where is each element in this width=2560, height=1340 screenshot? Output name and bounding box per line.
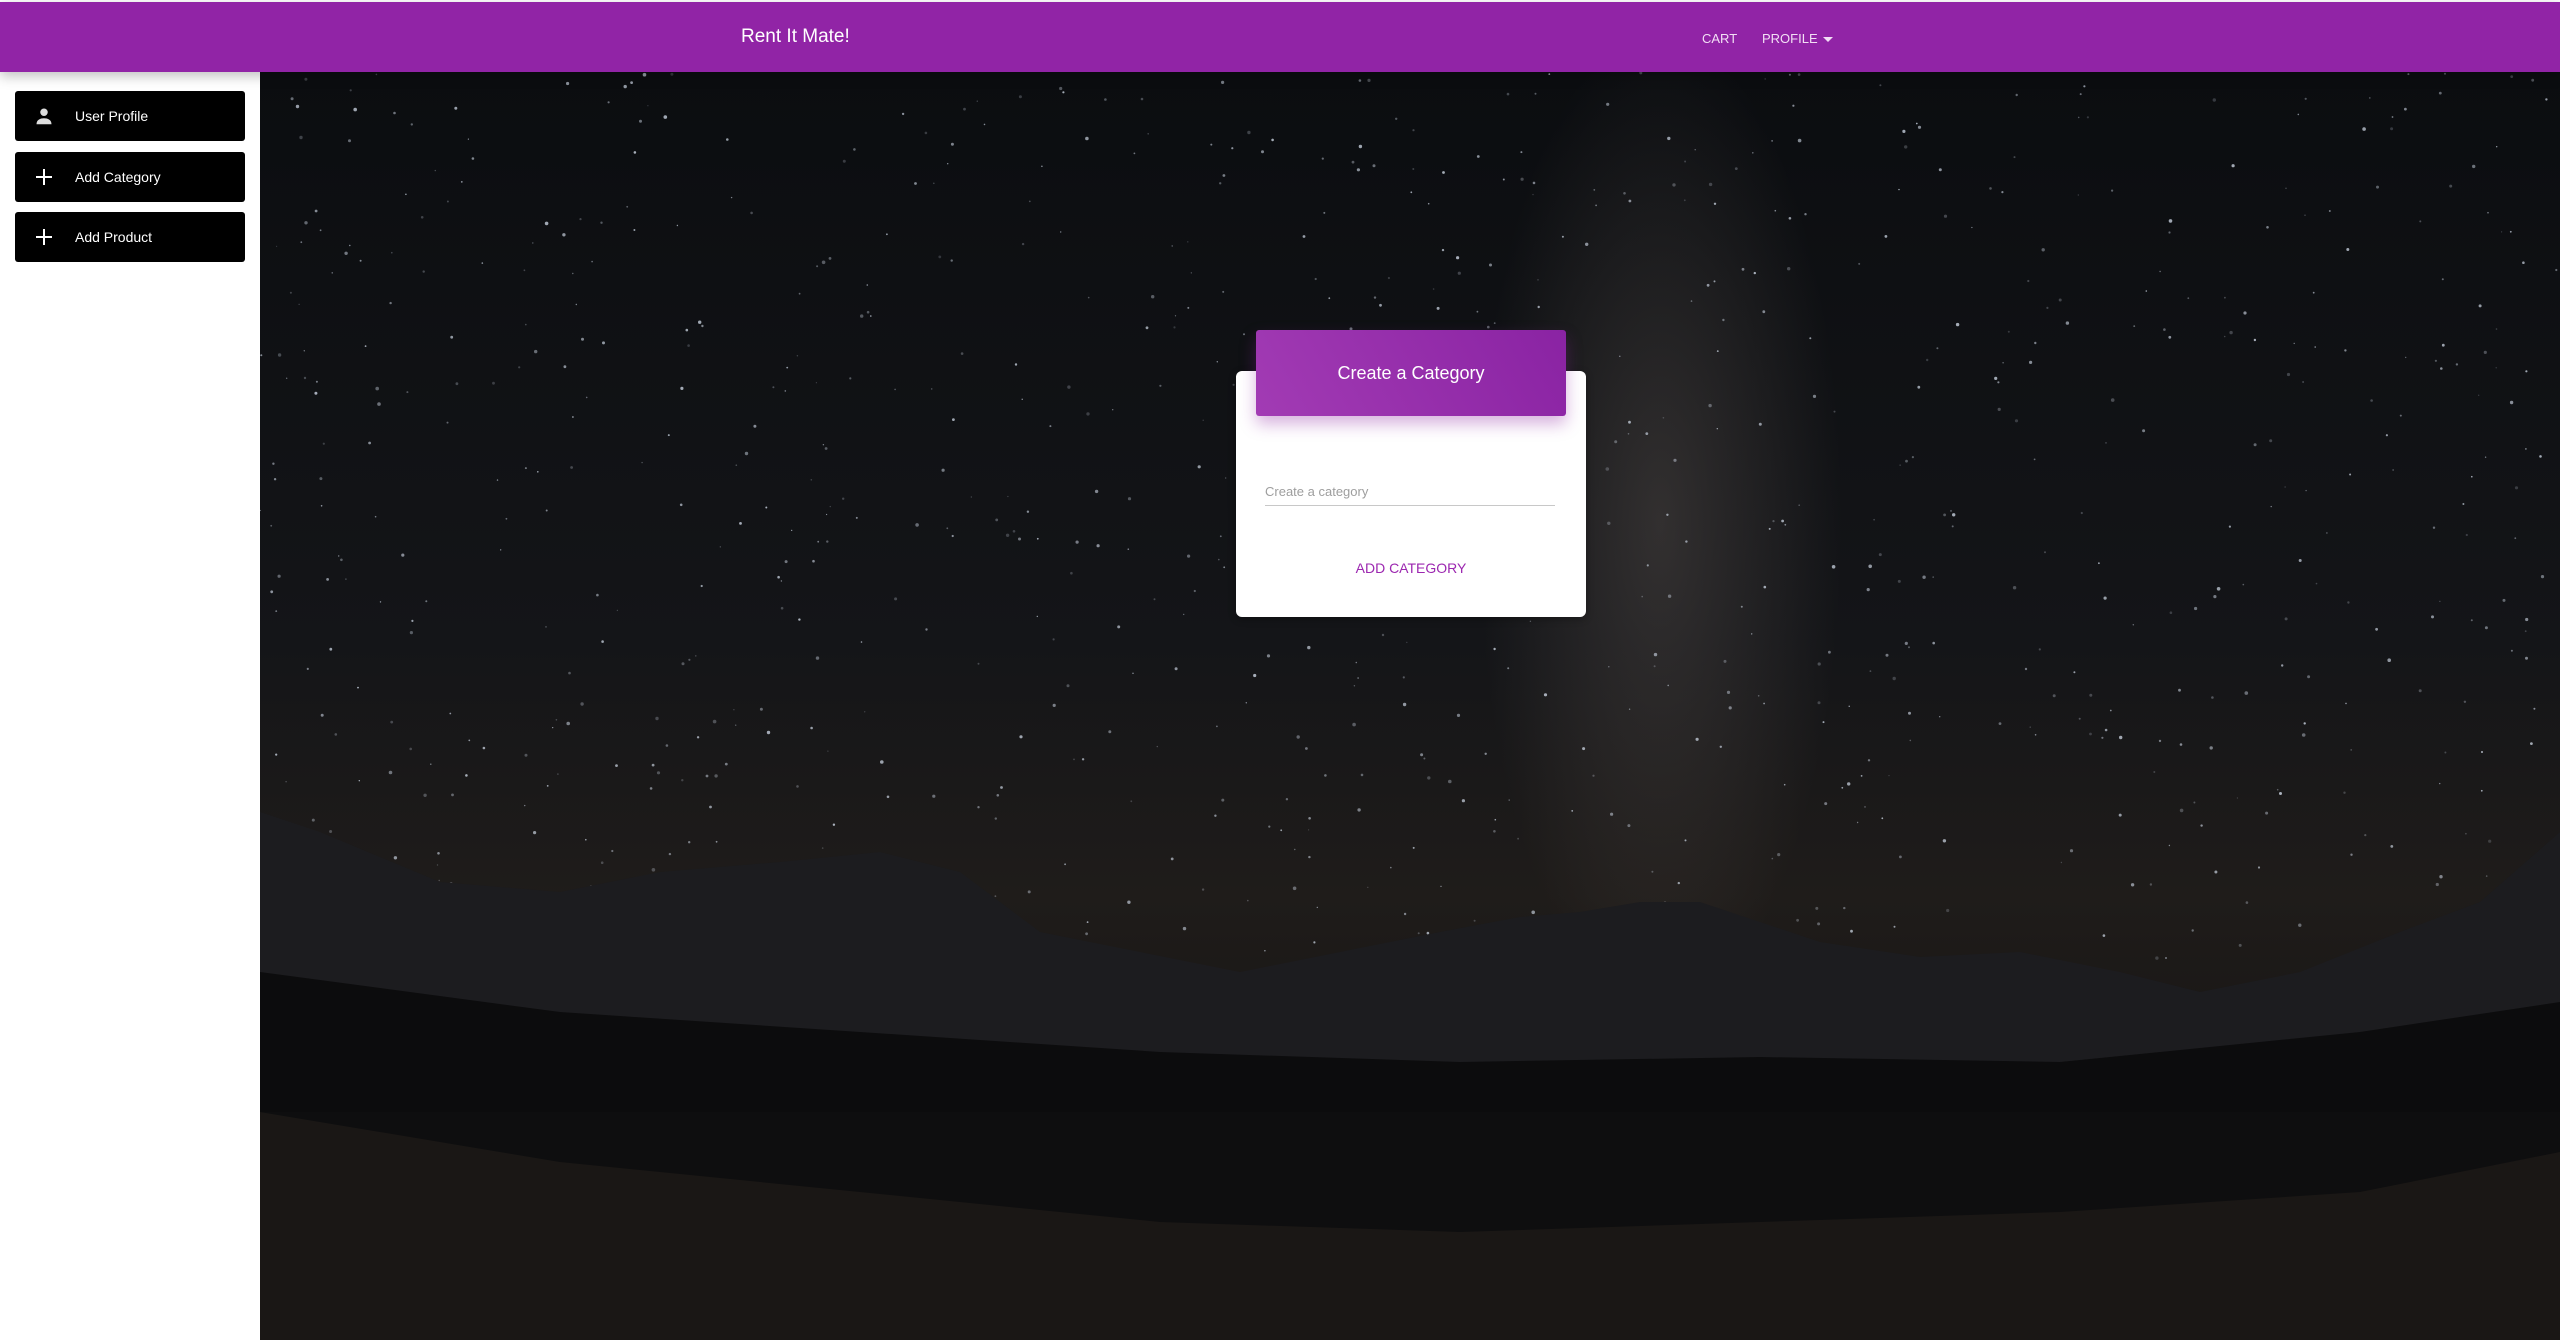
sidebar: User Profile Add Category Add Product (0, 72, 260, 1340)
caret-down-icon (1822, 37, 1833, 43)
sidebar-item-label: User Profile (75, 108, 149, 124)
sidebar-item-label: Add Product (75, 229, 153, 245)
plus-icon (33, 226, 55, 248)
add-category-button[interactable]: ADD CATEGORY (1236, 560, 1586, 576)
person-icon (33, 105, 55, 127)
sidebar-item-user-profile[interactable]: User Profile (15, 91, 245, 141)
plus-icon (33, 166, 55, 188)
sidebar-item-label: Add Category (75, 169, 161, 185)
sidebar-item-add-category[interactable]: Add Category (15, 152, 245, 202)
cart-link[interactable]: CART (1702, 31, 1737, 46)
category-name-input[interactable] (1265, 478, 1555, 506)
card-header: Create a Category (1256, 330, 1566, 416)
navbar: Rent It Mate! CART PROFILE (0, 2, 2560, 72)
background-night-sky-image (260, 72, 2560, 1340)
sidebar-item-add-product[interactable]: Add Product (15, 212, 245, 262)
brand-title[interactable]: Rent It Mate! (741, 26, 850, 48)
profile-label: PROFILE (1762, 31, 1818, 46)
profile-dropdown[interactable]: PROFILE (1762, 31, 1833, 46)
mountain-lake-illustration (260, 72, 2560, 1340)
